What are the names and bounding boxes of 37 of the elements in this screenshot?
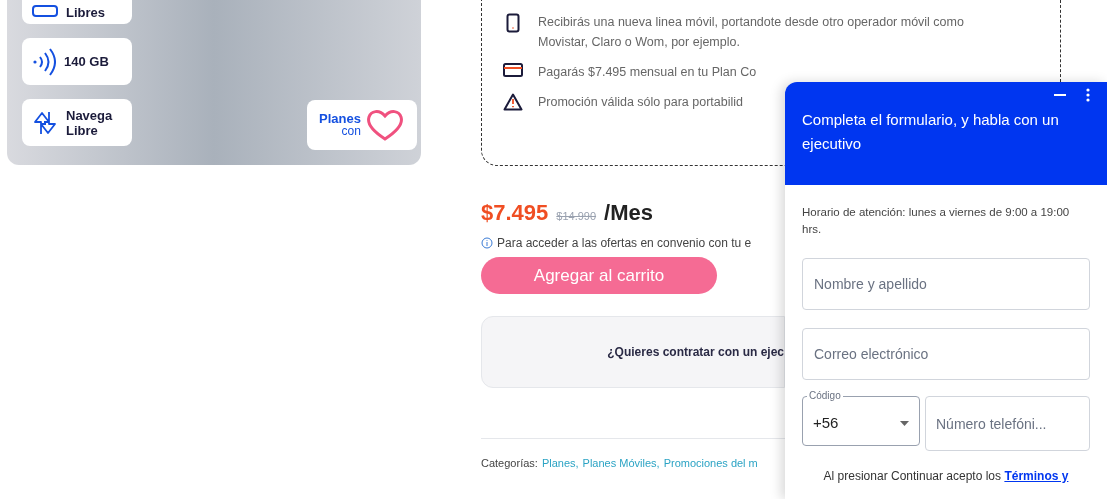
- categories-label: Categorías:: [481, 456, 538, 471]
- credit-card-icon: [503, 63, 523, 77]
- info-icon: [481, 237, 493, 249]
- warning-icon: [503, 93, 523, 111]
- condition-text: Pagarás $7.495 mensual en tu Plan Co: [538, 64, 758, 81]
- code-label: Código: [808, 391, 842, 401]
- chat-title: Completa el formulario, y habla con un ejecutivo: [802, 110, 1060, 154]
- phone-icon: [506, 13, 520, 33]
- dropdown-caret-icon: [900, 420, 909, 426]
- heart-icon: [364, 108, 405, 142]
- original-price: $14.990: [556, 211, 597, 222]
- price-period: /Mes: [604, 202, 653, 224]
- price: $7.495: [481, 202, 549, 224]
- feature-label: Libres: [66, 4, 106, 20]
- feature-label: 140 GB: [64, 54, 110, 69]
- info-note: Para acceder a las ofertas en convenio con tu e: [497, 235, 752, 252]
- terms-text: Al presionar Continuar acepto los: [823, 469, 1002, 483]
- office-hours: Horario de atención: lunes a viernes de 9:00 a 19:00 hrs.: [802, 205, 1071, 237]
- category-link[interactable]: Planes,: [541, 455, 579, 472]
- condition-text: Recibirás una nueva linea móvil, portandote desde otro operador móvil como Movistar, Claro o Wom, por ejemplo.: [538, 14, 965, 51]
- country-code-select[interactable]: Código +56: [802, 391, 920, 446]
- executive-question: ¿Quieres contratar con un ejec: [607, 344, 784, 361]
- condition-text: Promoción válida sólo para portabilid: [538, 94, 744, 111]
- badge-subtitle: con: [341, 125, 361, 138]
- feature-label: Navega Libre: [66, 107, 114, 138]
- category-link[interactable]: Planes Móviles,: [582, 455, 660, 472]
- code-value: +56: [813, 412, 839, 433]
- terms-link[interactable]: Términos y: [1004, 469, 1069, 483]
- name-field[interactable]: Nombre y apellido: [802, 258, 1090, 310]
- email-field[interactable]: Correo electrónico: [802, 328, 1090, 380]
- badge-title: Planes: [319, 112, 361, 125]
- more-options-icon[interactable]: [1086, 88, 1090, 102]
- category-link[interactable]: Promociones del m: [663, 455, 758, 472]
- up-down-arrows-icon: [32, 109, 58, 136]
- add-to-cart-button[interactable]: Agregar al carrito: [481, 257, 717, 294]
- signal-icon: [32, 47, 56, 76]
- phone-number-field[interactable]: Número telefóni...: [925, 396, 1090, 451]
